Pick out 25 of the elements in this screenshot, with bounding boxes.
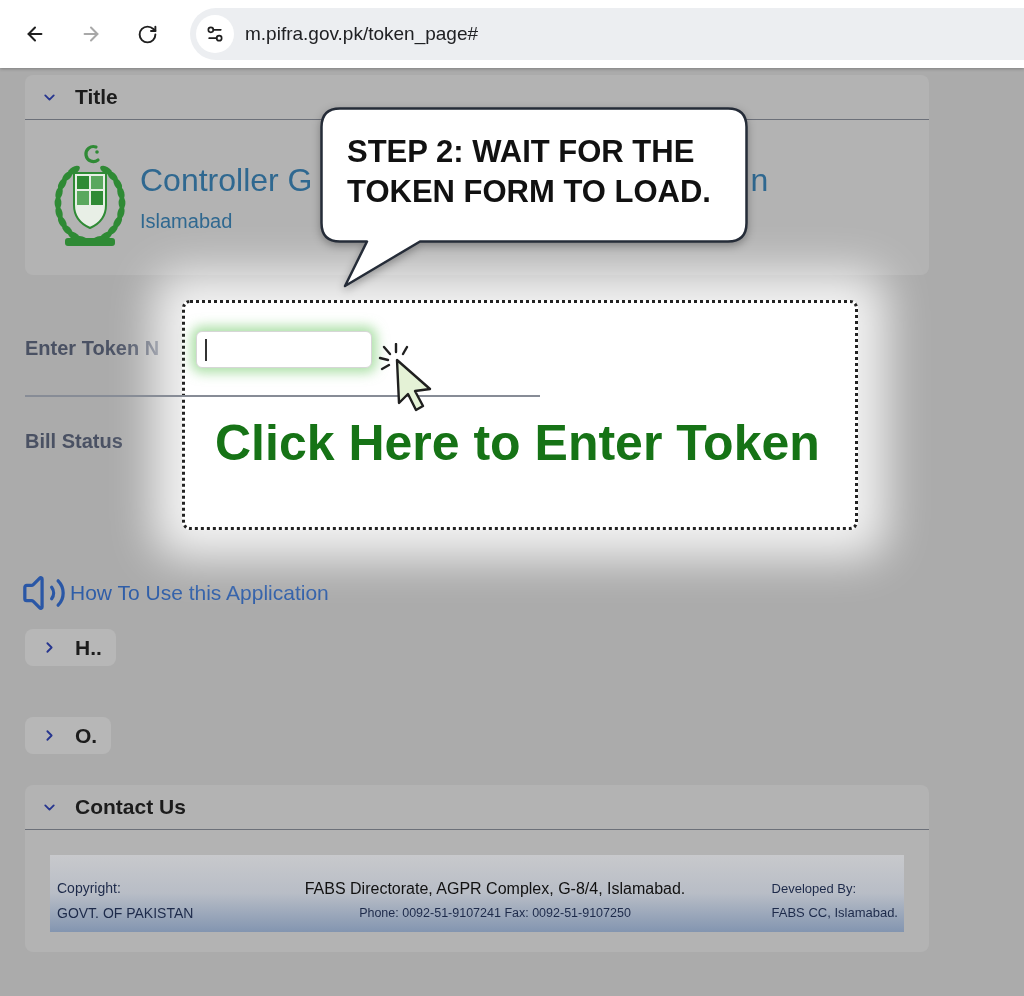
pointer-click-icon <box>378 343 434 413</box>
site-settings-button[interactable] <box>196 15 234 53</box>
phone-fax-text: Phone: 0092-51-9107241 Fax: 0092-51-9107250 <box>359 905 631 922</box>
callout-text: STEP 2: WAIT FOR THE TOKEN FORM TO LOAD. <box>347 133 712 211</box>
accordion-header[interactable]: Contact Us <box>25 785 194 829</box>
sliders-icon <box>205 24 225 44</box>
token-number-label: Enter Token N <box>25 336 160 361</box>
accordion-header[interactable]: Title <box>25 75 126 119</box>
bill-status-label: Bill Status <box>25 430 123 452</box>
address-bar[interactable]: m.pifra.gov.pk/token_page# <box>190 8 1024 60</box>
text-cursor-icon <box>205 338 207 361</box>
reload-icon <box>136 23 158 45</box>
token-input-field[interactable] <box>196 331 372 368</box>
organization-name-fragment: n <box>750 161 769 199</box>
accordion-header[interactable]: O. <box>25 717 112 754</box>
developer-label: Developed By: <box>771 880 857 898</box>
copyright-label: Copyright: <box>57 879 121 898</box>
accordion-header[interactable]: H.. <box>25 629 116 666</box>
copyright-holder: GOVT. OF PAKISTAN <box>57 904 194 923</box>
click-here-caption: Click Here to Enter Token <box>215 415 820 471</box>
address-text: FABS Directorate, AGPR Complex, G-8/4, Islamabad. <box>304 879 686 899</box>
city-name: Islamabad <box>140 209 233 233</box>
organization-name: Controller G <box>140 161 313 199</box>
developer-name: FABS CC, Islamabad. <box>771 904 898 922</box>
url-text: m.pifra.gov.pk/token_page# <box>245 21 479 47</box>
